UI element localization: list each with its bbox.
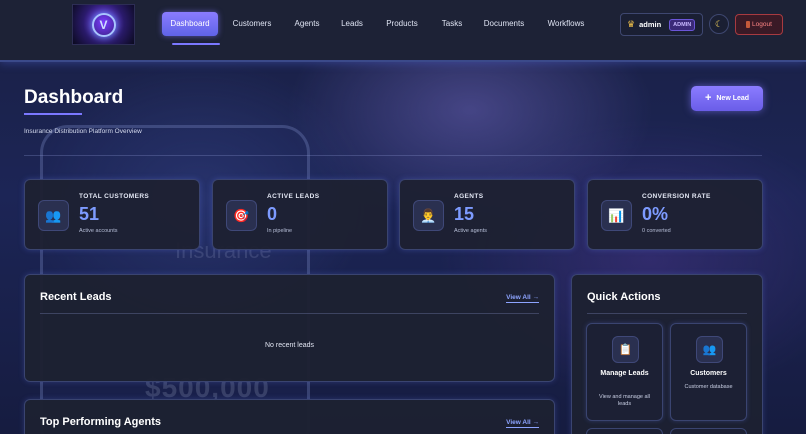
nav-item-leads[interactable]: Leads [336, 12, 368, 36]
stat-subtext: 0 converted [642, 228, 671, 234]
plus-icon: + [704, 92, 712, 104]
recent-leads-title: Recent Leads [40, 291, 112, 303]
door-icon [746, 21, 751, 28]
page-title: Dashboard [24, 87, 124, 108]
quick-action-title: Customers [690, 370, 727, 377]
quick-action-desc: View and manage all leads [599, 394, 650, 407]
quick-actions-title: Quick Actions [587, 291, 661, 303]
stat-label: CONVERSION RATE [642, 193, 711, 200]
nav-item-customers[interactable]: Customers [226, 12, 278, 36]
title-underline [24, 113, 82, 115]
quick-action-title: Manage Leads [600, 370, 649, 377]
panel-divider [40, 313, 539, 314]
nav-item-products[interactable]: Products [380, 12, 424, 36]
nav-item-tasks[interactable]: Tasks [436, 12, 468, 36]
stat-card-conversion-rate: 📊 CONVERSION RATE 0% 0 converted [587, 179, 763, 250]
stat-subtext: In pipeline [267, 228, 293, 234]
top-agents-panel: Top Performing Agents View All → [24, 399, 555, 434]
stat-label: ACTIVE LEADS [267, 193, 320, 200]
recent-leads-view-all-link[interactable]: View All → [506, 294, 539, 303]
nav-item-workflows[interactable]: Workflows [540, 12, 592, 36]
stat-value: 0 [267, 204, 278, 224]
stat-label: TOTAL CUSTOMERS [79, 193, 150, 200]
people-icon: 👥 [38, 200, 69, 231]
stat-card-total-customers: 👥 TOTAL CUSTOMERS 51 Active accounts [24, 179, 200, 250]
logout-label: Logout [752, 21, 772, 28]
logo-emblem-icon: V [91, 12, 116, 37]
stat-value: 0% [642, 204, 669, 224]
stat-card-active-leads: 🎯 ACTIVE LEADS 0 In pipeline [212, 179, 388, 250]
quick-action-customers[interactable]: 👥 Customers Customer database [670, 323, 747, 421]
moon-icon: ☾ [714, 18, 724, 29]
active-nav-indicator [172, 43, 220, 45]
quick-action-desc: Customer database [684, 384, 733, 390]
agent-icon: 👨‍💼 [413, 200, 444, 231]
crown-icon: ♛ [627, 19, 636, 29]
empty-state-text: No recent leads [264, 342, 315, 349]
logout-button[interactable]: Logout [735, 14, 783, 35]
page-subtitle: Insurance Distribution Platform Overview [24, 128, 142, 135]
target-icon: 🎯 [226, 200, 257, 231]
recent-leads-panel: Recent Leads View All → No recent leads [24, 274, 555, 382]
stat-value: 51 [79, 204, 100, 224]
new-lead-button[interactable]: + New Lead [691, 86, 763, 111]
quick-action-card-partial[interactable] [670, 428, 747, 434]
theme-toggle-button[interactable]: ☾ [709, 14, 729, 34]
people-icon: 👥 [696, 336, 723, 363]
nav-item-dashboard[interactable]: Dashboard [162, 12, 218, 36]
stat-card-agents: 👨‍💼 AGENTS 15 Active agents [399, 179, 575, 250]
stat-value: 15 [454, 204, 475, 224]
header-divider [24, 155, 762, 156]
clipboard-icon: 📋 [612, 336, 639, 363]
quick-action-card-partial[interactable] [586, 428, 663, 434]
top-agents-title: Top Performing Agents [40, 416, 161, 428]
top-navbar: V Dashboard Customers Agents Leads Produ… [0, 0, 806, 62]
stat-subtext: Active agents [454, 228, 488, 234]
user-name: admin [639, 20, 662, 29]
panel-divider [587, 313, 747, 314]
app-logo[interactable]: V [72, 4, 135, 45]
stat-subtext: Active accounts [79, 228, 118, 234]
bar-chart-icon: 📊 [601, 200, 632, 231]
quick-action-manage-leads[interactable]: 📋 Manage Leads View and manage all leads [586, 323, 663, 421]
role-badge: ADMIN [669, 18, 696, 31]
stat-label: AGENTS [454, 193, 484, 200]
nav-item-agents[interactable]: Agents [288, 12, 326, 36]
user-menu[interactable]: ♛ admin ADMIN [620, 13, 703, 36]
nav-item-documents[interactable]: Documents [478, 12, 530, 36]
new-lead-label: New Lead [716, 95, 750, 102]
top-agents-view-all-link[interactable]: View All → [506, 419, 539, 428]
